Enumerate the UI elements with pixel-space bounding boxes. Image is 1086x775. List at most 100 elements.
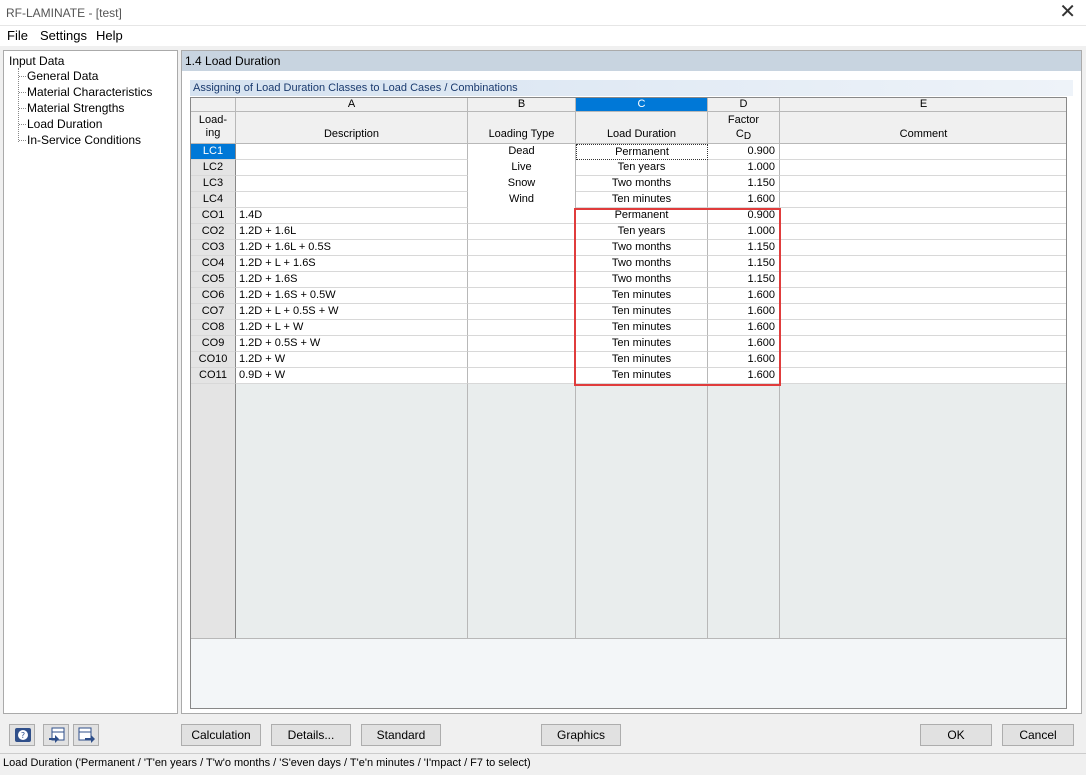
cell-load-duration[interactable]: Ten years bbox=[576, 160, 708, 176]
details-button[interactable]: Details... bbox=[271, 724, 351, 746]
cell-description[interactable]: 1.2D + L + W bbox=[236, 320, 468, 336]
empty-row-header-area bbox=[191, 384, 236, 638]
cell-comment[interactable] bbox=[780, 272, 1066, 288]
cell-load-duration[interactable]: Ten years bbox=[576, 224, 708, 240]
cell-description[interactable]: 1.2D + W bbox=[236, 352, 468, 368]
standard-button[interactable]: Standard bbox=[361, 724, 441, 746]
cell-loading-type bbox=[468, 224, 576, 240]
import-button[interactable] bbox=[43, 724, 69, 746]
cell-load-duration[interactable]: Two months bbox=[576, 256, 708, 272]
cell-loading-type: Live bbox=[468, 160, 576, 176]
tree-item-material-characteristics[interactable]: Material Characteristics bbox=[27, 85, 152, 99]
tree-item-general-data[interactable]: General Data bbox=[27, 69, 98, 83]
cell-comment[interactable] bbox=[780, 336, 1066, 352]
cell-factor: 1.600 bbox=[708, 352, 780, 368]
cell-loading-type bbox=[468, 352, 576, 368]
cell-comment[interactable] bbox=[780, 320, 1066, 336]
ok-button[interactable]: OK bbox=[920, 724, 992, 746]
cell-description[interactable]: 1.2D + 1.6L + 0.5S bbox=[236, 240, 468, 256]
cell-comment[interactable] bbox=[780, 240, 1066, 256]
row-header-lc2[interactable]: LC2 bbox=[191, 160, 236, 176]
graphics-button[interactable]: Graphics bbox=[541, 724, 621, 746]
section-header: 1.4 Load Duration bbox=[182, 51, 1081, 71]
calculation-button[interactable]: Calculation bbox=[181, 724, 261, 746]
row-header-co7[interactable]: CO7 bbox=[191, 304, 236, 320]
cell-load-duration[interactable]: Ten minutes bbox=[576, 288, 708, 304]
cell-factor: 1.000 bbox=[708, 224, 780, 240]
cell-description[interactable]: 1.2D + L + 1.6S bbox=[236, 256, 468, 272]
col-letter-e[interactable]: E bbox=[780, 98, 1066, 112]
cell-comment[interactable] bbox=[780, 256, 1066, 272]
cell-comment[interactable] bbox=[780, 208, 1066, 224]
cell-description[interactable]: 1.2D + 1.6S + 0.5W bbox=[236, 288, 468, 304]
cell-load-duration[interactable]: Permanent bbox=[576, 144, 708, 160]
cell-factor: 1.150 bbox=[708, 240, 780, 256]
cell-description[interactable]: 1.2D + 0.5S + W bbox=[236, 336, 468, 352]
row-header-co6[interactable]: CO6 bbox=[191, 288, 236, 304]
cell-description[interactable] bbox=[236, 192, 468, 208]
header-loading-line2: ing bbox=[205, 127, 221, 139]
cell-comment[interactable] bbox=[780, 176, 1066, 192]
help-icon: ? bbox=[15, 728, 31, 742]
cell-comment[interactable] bbox=[780, 288, 1066, 304]
menu-settings[interactable]: Settings bbox=[40, 28, 87, 43]
cell-load-duration[interactable]: Ten minutes bbox=[576, 304, 708, 320]
cell-load-duration[interactable]: Ten minutes bbox=[576, 320, 708, 336]
col-letter-c[interactable]: C bbox=[576, 98, 708, 112]
cancel-button[interactable]: Cancel bbox=[1002, 724, 1074, 746]
cell-load-duration[interactable]: Ten minutes bbox=[576, 352, 708, 368]
cell-comment[interactable] bbox=[780, 192, 1066, 208]
cell-load-duration[interactable]: Two months bbox=[576, 240, 708, 256]
row-header-lc1[interactable]: LC1 bbox=[191, 144, 236, 160]
cell-description[interactable] bbox=[236, 144, 468, 160]
cell-load-duration[interactable]: Two months bbox=[576, 272, 708, 288]
row-header-co4[interactable]: CO4 bbox=[191, 256, 236, 272]
close-icon[interactable]: ✕ bbox=[1059, 2, 1076, 22]
cell-comment[interactable] bbox=[780, 144, 1066, 160]
col-letter-d[interactable]: D bbox=[708, 98, 780, 112]
cell-load-duration[interactable]: Two months bbox=[576, 176, 708, 192]
row-header-lc3[interactable]: LC3 bbox=[191, 176, 236, 192]
cell-description[interactable]: 0.9D + W bbox=[236, 368, 468, 384]
row-header-co5[interactable]: CO5 bbox=[191, 272, 236, 288]
cell-comment[interactable] bbox=[780, 224, 1066, 240]
header-factor: Factor CD bbox=[708, 112, 780, 144]
row-header-co2[interactable]: CO2 bbox=[191, 224, 236, 240]
cell-comment[interactable] bbox=[780, 352, 1066, 368]
row-header-co11[interactable]: CO11 bbox=[191, 368, 236, 384]
cell-loading-type bbox=[468, 208, 576, 224]
col-letter-b[interactable]: B bbox=[468, 98, 576, 112]
cell-description[interactable] bbox=[236, 160, 468, 176]
row-header-co3[interactable]: CO3 bbox=[191, 240, 236, 256]
cell-loading-type: Snow bbox=[468, 176, 576, 192]
export-button[interactable] bbox=[73, 724, 99, 746]
cell-description[interactable]: 1.2D + L + 0.5S + W bbox=[236, 304, 468, 320]
cell-load-duration[interactable]: Ten minutes bbox=[576, 192, 708, 208]
cell-load-duration[interactable]: Ten minutes bbox=[576, 336, 708, 352]
cell-factor: 1.600 bbox=[708, 320, 780, 336]
cell-description[interactable]: 1.4D bbox=[236, 208, 468, 224]
cell-comment[interactable] bbox=[780, 304, 1066, 320]
row-header-co9[interactable]: CO9 bbox=[191, 336, 236, 352]
header-comment: Comment bbox=[780, 112, 1066, 144]
row-header-co10[interactable]: CO10 bbox=[191, 352, 236, 368]
cell-load-duration[interactable]: Ten minutes bbox=[576, 368, 708, 384]
cell-description[interactable] bbox=[236, 176, 468, 192]
tree-root-input-data[interactable]: Input Data bbox=[9, 54, 64, 68]
row-header-co1[interactable]: CO1 bbox=[191, 208, 236, 224]
cell-description[interactable]: 1.2D + 1.6L bbox=[236, 224, 468, 240]
tree-item-in-service-conditions[interactable]: In-Service Conditions bbox=[27, 133, 141, 147]
cell-comment[interactable] bbox=[780, 160, 1066, 176]
row-header-lc4[interactable]: LC4 bbox=[191, 192, 236, 208]
help-button[interactable]: ? bbox=[9, 724, 35, 746]
cell-comment[interactable] bbox=[780, 368, 1066, 384]
cell-load-duration[interactable]: Permanent bbox=[576, 208, 708, 224]
menu-file[interactable]: File bbox=[7, 28, 28, 43]
col-letter-a[interactable]: A bbox=[236, 98, 468, 112]
menu-help[interactable]: Help bbox=[96, 28, 123, 43]
row-header-co8[interactable]: CO8 bbox=[191, 320, 236, 336]
tree-item-material-strengths[interactable]: Material Strengths bbox=[27, 101, 124, 115]
tree-item-load-duration[interactable]: Load Duration bbox=[27, 117, 102, 131]
cell-description[interactable]: 1.2D + 1.6S bbox=[236, 272, 468, 288]
cell-loading-type bbox=[468, 272, 576, 288]
